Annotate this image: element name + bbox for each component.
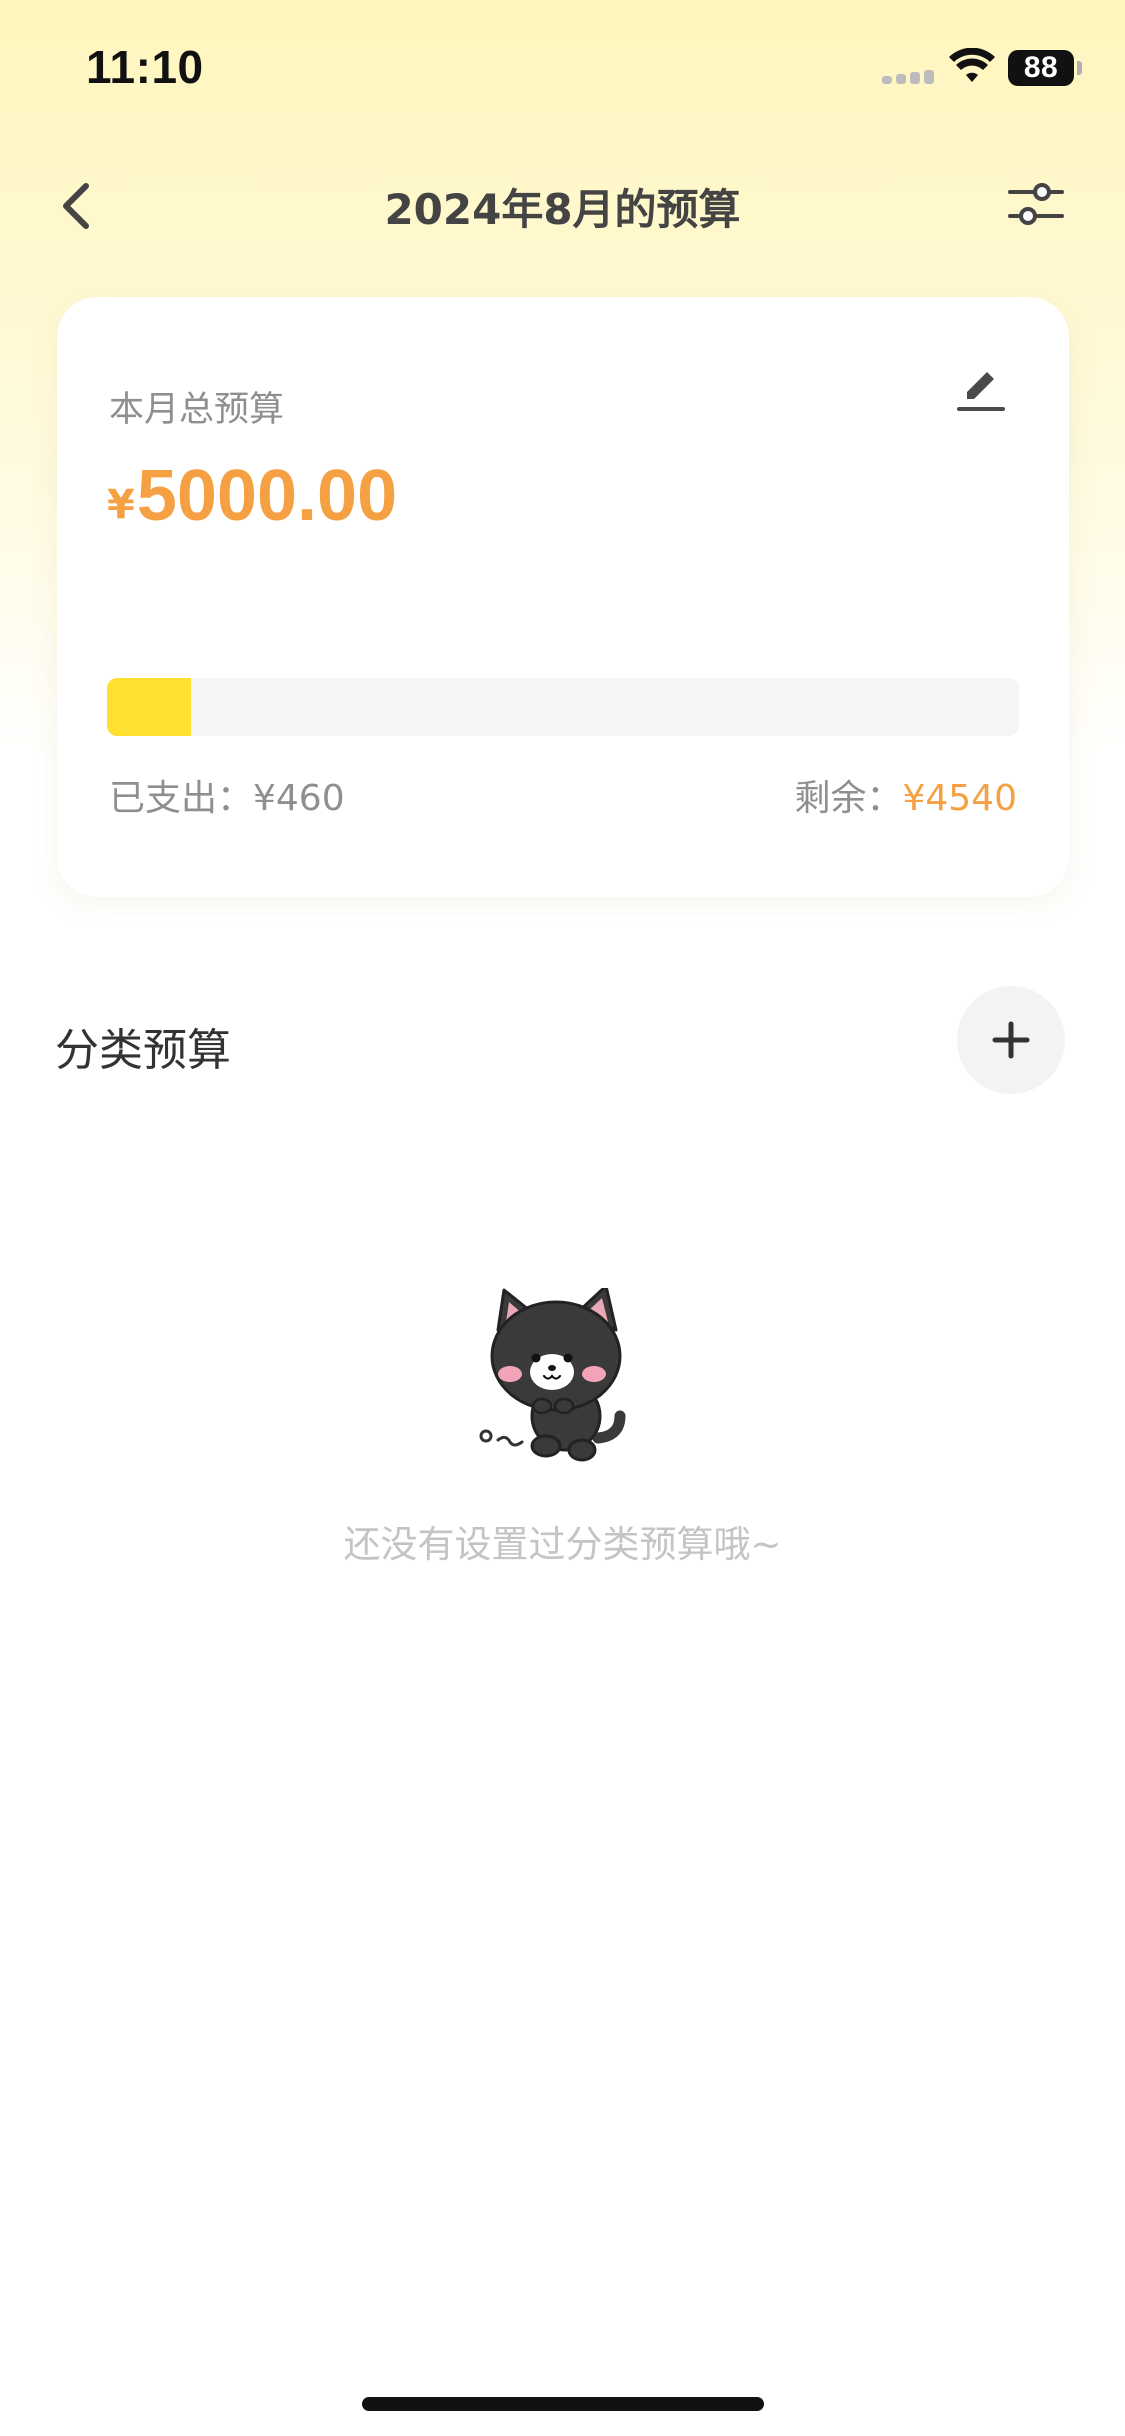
sliders-icon[interactable]: [1006, 176, 1066, 234]
spent-amount: 已支出：¥460: [109, 778, 345, 819]
remaining-label: 剩余：: [794, 778, 903, 819]
budget-progress-bar: [107, 678, 1019, 736]
total-budget-amount: ¥5000.00: [107, 455, 397, 537]
battery-indicator: 88: [1008, 50, 1074, 86]
pencil-icon[interactable]: [953, 361, 1009, 417]
wifi-icon: [949, 48, 995, 82]
black-cat-illustration: [479, 1288, 626, 1462]
plus-icon: [992, 1021, 1030, 1059]
remaining-amount: 剩余：¥4540: [794, 769, 1017, 821]
empty-state-text: 还没有设置过分类预算哦~: [343, 1523, 782, 1566]
status-time: 11:10: [86, 41, 204, 93]
add-category-budget-button[interactable]: [957, 986, 1065, 1094]
budget-amount-value: 5000.00: [136, 456, 398, 536]
budget-screen: 11:10 88 2024年8月的预算 本月总预算 ¥5000.00 已支出：¥…: [0, 0, 1125, 2436]
home-indicator: [362, 2397, 764, 2411]
monthly-budget-card: 本月总预算 ¥5000.00 已支出：¥460 剩余：¥4540: [57, 297, 1069, 897]
total-budget-label: 本月总预算: [109, 390, 285, 430]
battery-tip: [1077, 61, 1082, 75]
budget-progress-fill: [107, 678, 191, 736]
currency-symbol: ¥: [107, 482, 135, 528]
category-budget-title: 分类预算: [55, 1025, 231, 1076]
cellular-signal-icon: [882, 70, 936, 84]
remaining-value: ¥4540: [902, 778, 1017, 819]
page-title: 2024年8月的预算: [384, 185, 741, 234]
